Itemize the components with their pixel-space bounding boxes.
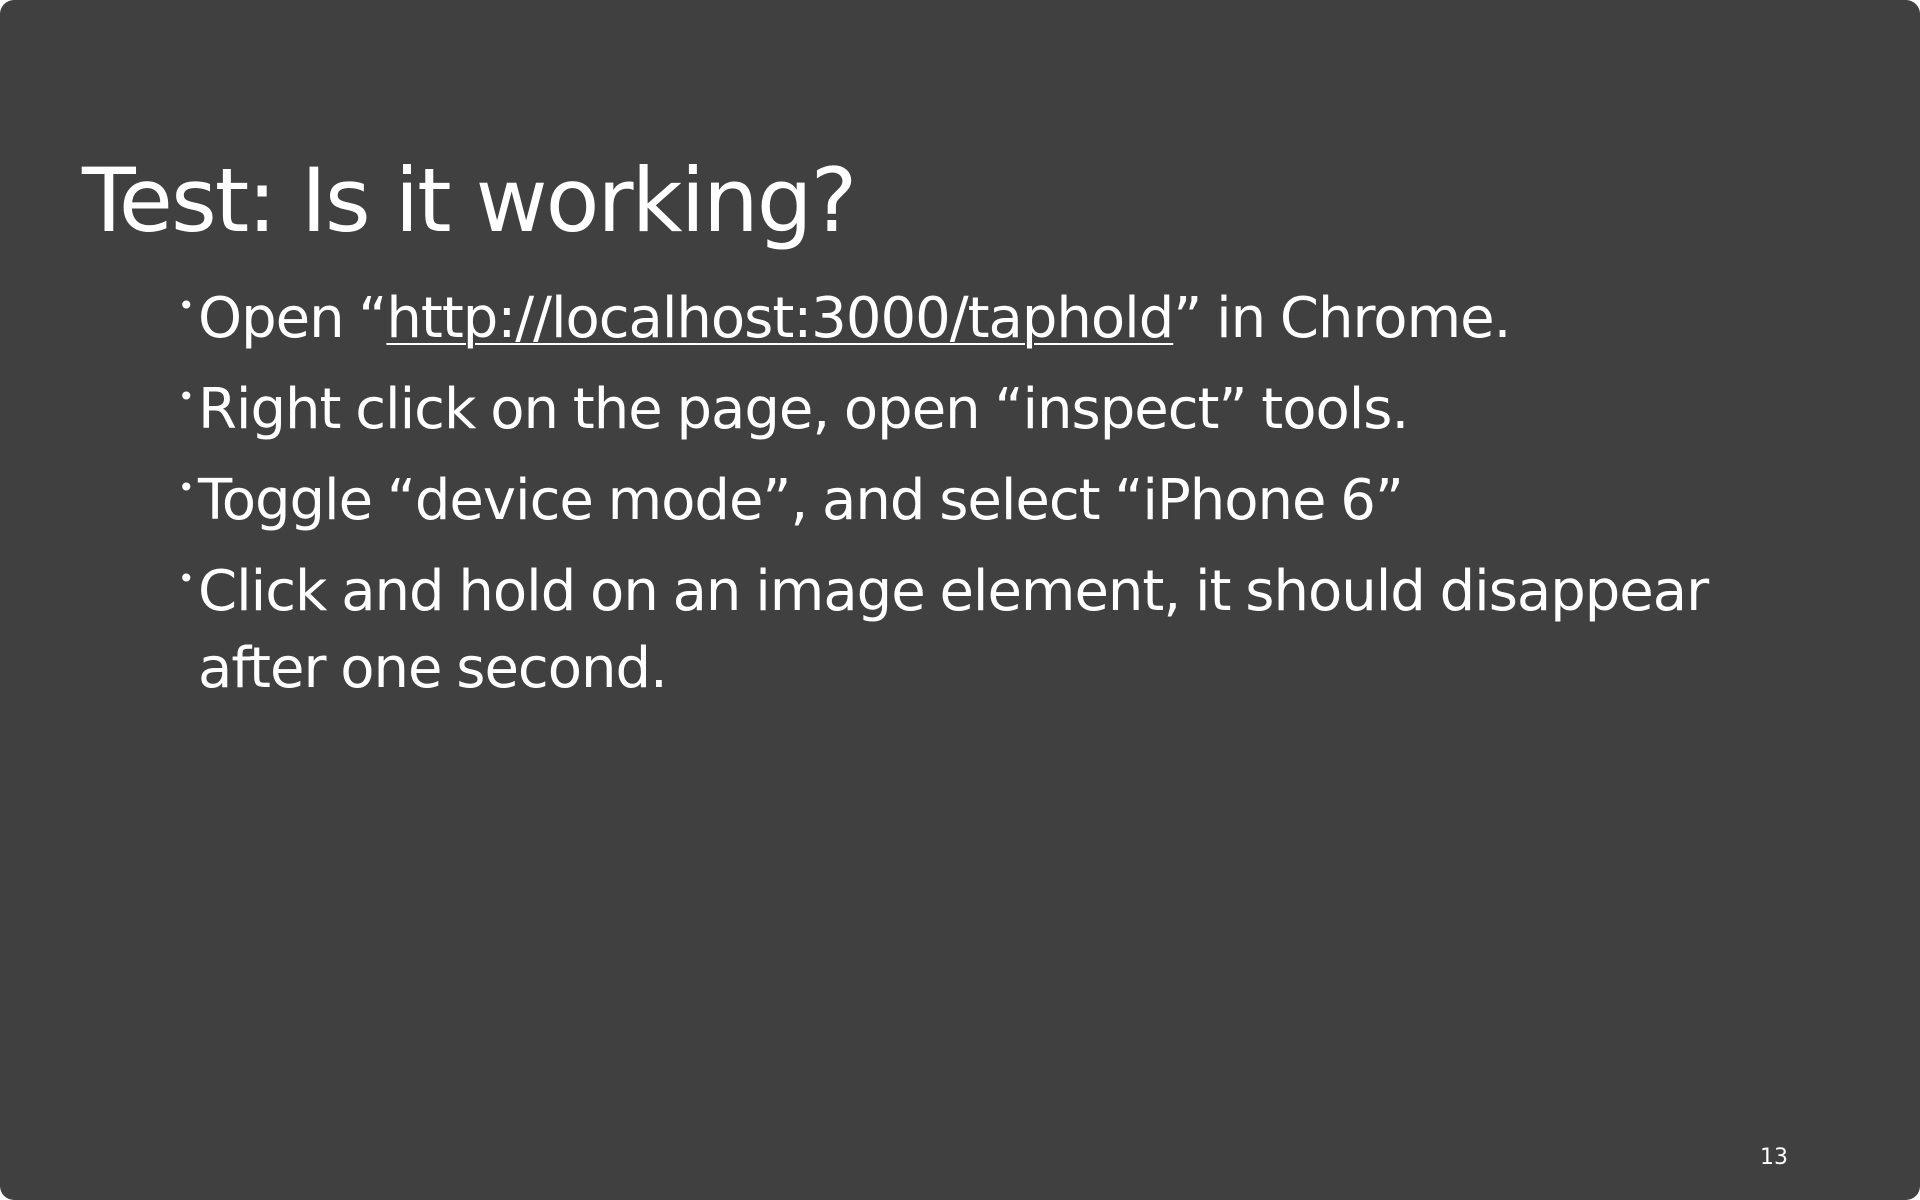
- page-number: 13: [1760, 1145, 1788, 1170]
- bullet-text: Open “http://localhost:3000/taphold” in …: [198, 280, 1758, 357]
- bullet-item-click-hold: • Click and hold on an image element, it…: [178, 553, 1778, 707]
- bullet-text: Click and hold on an image element, it s…: [198, 559, 1709, 701]
- bullet-dot: •: [178, 471, 194, 504]
- bullet-list: • Open “http://localhost:3000/taphold” i…: [178, 280, 1778, 721]
- slide: Test: Is it working? • Open “http://loca…: [0, 0, 1920, 1200]
- bullet-dot: •: [178, 380, 194, 413]
- taphold-url-link[interactable]: http://localhost:3000/taphold: [386, 286, 1174, 351]
- bullet-text-suffix: ” in Chrome.: [1173, 286, 1511, 351]
- bullet-text: Right click on the page, open “inspect” …: [198, 377, 1409, 442]
- slide-title: Test: Is it working?: [82, 149, 857, 252]
- bullet-item-device-mode: • Toggle “device mode”, and select “iPho…: [178, 462, 1778, 539]
- bullet-text-prefix: Open “: [198, 286, 387, 351]
- bullet-text: Toggle “device mode”, and select “iPhone…: [198, 468, 1404, 533]
- bullet-item-open-url: • Open “http://localhost:3000/taphold” i…: [178, 280, 1778, 357]
- bullet-item-inspect: • Right click on the page, open “inspect…: [178, 371, 1778, 448]
- bullet-dot: •: [178, 289, 194, 322]
- bullet-dot: •: [178, 562, 194, 595]
